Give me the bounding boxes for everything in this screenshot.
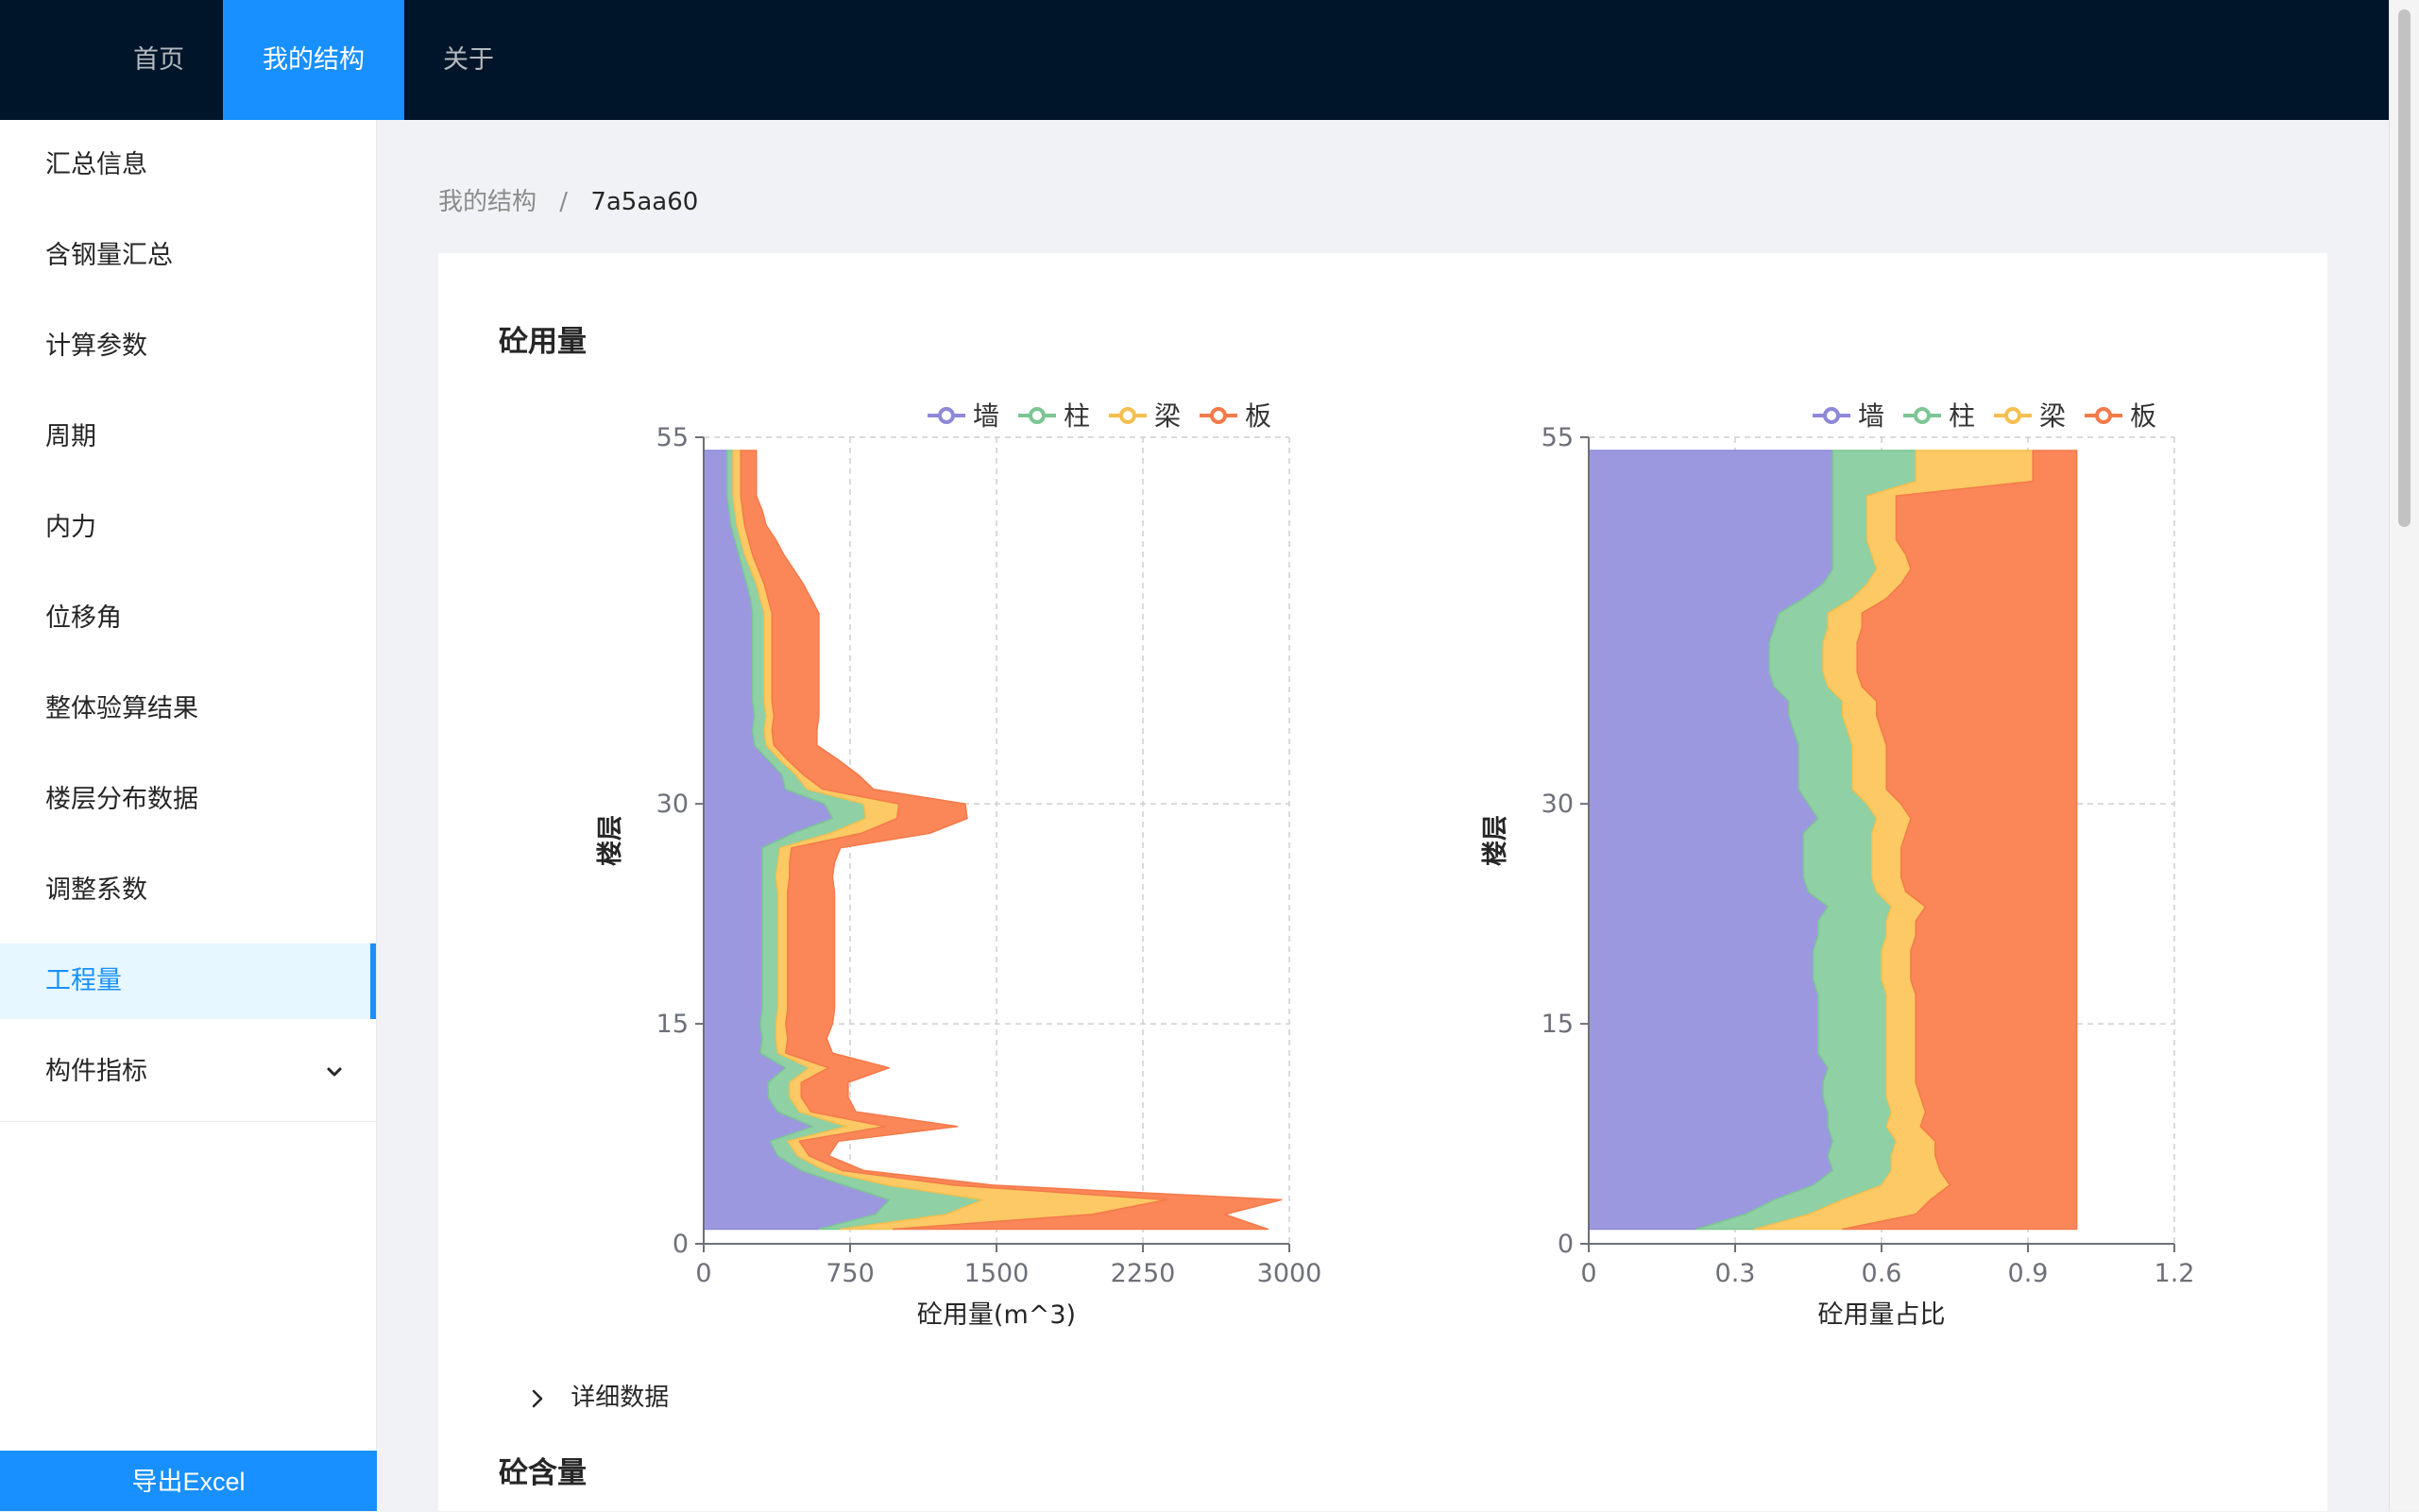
concrete-volume-chart-svg: 0 750 1500 2250 3000 0 15 30 55 砼用量(m^3) 楼层 墙 柱 梁 板: [596, 400, 1322, 1330]
y-axis-title: 楼层: [596, 815, 625, 866]
legend-item-column[interactable]: 柱: [1018, 400, 1090, 432]
series-areas: [1588, 450, 2078, 1231]
y-tick-label: 55: [1542, 423, 1574, 452]
x-tick-label: 1.2: [2155, 1259, 2195, 1288]
x-tick-label: 0: [1580, 1259, 1596, 1288]
legend-marker: [1914, 407, 1931, 424]
legend-item-slab[interactable]: 板: [2085, 400, 2156, 432]
x-tick-label: 3000: [1257, 1259, 1322, 1288]
legend-label: 柱: [1064, 400, 1090, 432]
x-tick-label: 750: [826, 1259, 875, 1288]
legend-label: 板: [1245, 400, 1271, 432]
details-label: 详细数据: [571, 1384, 670, 1412]
sidebar-item-drift[interactable]: 位移角: [0, 581, 376, 656]
sidebar: 汇总信息 含钢量汇总 计算参数 周期 内力 位移角 整体验算结果 楼层分布数据 …: [0, 120, 377, 1511]
y-tick-label: 15: [1542, 1010, 1574, 1039]
legend-item-beam[interactable]: 梁: [1994, 400, 2066, 432]
y-tick-label: 30: [656, 790, 689, 819]
legend-label: 墙: [1858, 400, 1884, 432]
sidebar-item-member-indicators[interactable]: 构件指标: [0, 1034, 376, 1110]
concrete-volume-chart: 0 750 1500 2250 3000 0 15 30 55 砼用量(m^3) 楼层 墙 柱 梁 板: [567, 382, 1417, 1336]
x-axis-title: 砼用量(m^3): [917, 1300, 1076, 1330]
legend: 墙柱梁板: [1813, 400, 2156, 432]
legend-marker: [1210, 407, 1227, 424]
legend-item-wall[interactable]: 墙: [1813, 400, 1884, 432]
legend-label: 板: [2130, 400, 2156, 432]
sidebar-item-steel-summary[interactable]: 含钢量汇总: [0, 218, 376, 294]
sidebar-item-quantities[interactable]: 工程量: [0, 943, 376, 1019]
legend-label: 墙: [973, 400, 999, 432]
section-title-concrete-content: 砼含量: [499, 1456, 587, 1490]
y-tick-label: 0: [673, 1230, 689, 1259]
sidebar-item-adjust-factors[interactable]: 调整系数: [0, 853, 376, 928]
series-areas: [703, 450, 1283, 1231]
sidebar-item-period[interactable]: 周期: [0, 399, 376, 475]
menu-divider: [0, 1121, 376, 1122]
concrete-ratio-chart-svg: 0 0.3 0.6 0.9 1.2 0 15 30 55 砼用量占比 楼层 墙 柱 梁 板: [1481, 400, 2195, 1330]
legend-item-wall[interactable]: 墙: [928, 400, 999, 432]
x-tick-label: 0.9: [2008, 1259, 2049, 1288]
legend-label: 梁: [1154, 400, 1181, 432]
x-tick-label: 0.6: [1862, 1259, 1902, 1288]
x-axis-title: 砼用量占比: [1818, 1300, 1946, 1330]
legend-label: 柱: [1949, 400, 1975, 432]
nav-about[interactable]: 关于: [429, 0, 508, 120]
legend-marker: [1823, 407, 1840, 424]
y-tick-label: 30: [1542, 790, 1574, 819]
y-tick-label: 0: [1558, 1230, 1574, 1259]
legend-marker: [2095, 407, 2112, 424]
y-tick-label: 55: [656, 423, 689, 452]
chevron-down-icon: [327, 1067, 342, 1077]
sidebar-item-label: 构件指标: [45, 1057, 147, 1086]
nav-home[interactable]: 首页: [119, 0, 198, 120]
y-tick-label: 15: [656, 1010, 689, 1039]
scrollbar-thumb[interactable]: [2398, 9, 2410, 527]
series-area-wall[interactable]: [1588, 450, 1834, 1231]
x-tick-label: 1500: [964, 1259, 1030, 1288]
legend-marker: [1029, 407, 1046, 424]
legend: 墙柱梁板: [928, 400, 1271, 432]
breadcrumb-separator: /: [559, 188, 569, 216]
sidebar-item-overall-check[interactable]: 整体验算结果: [0, 671, 376, 747]
legend-label: 梁: [2039, 400, 2066, 432]
nav-my-structure[interactable]: 我的结构: [223, 0, 404, 120]
details-expand-toggle[interactable]: 详细数据: [529, 1379, 669, 1417]
breadcrumb-current: 7a5aa60: [590, 188, 699, 216]
legend-item-slab[interactable]: 板: [1200, 400, 1271, 432]
x-tick-label: 0.3: [1715, 1259, 1756, 1288]
top-nav: 首页 我的结构 关于: [0, 0, 2390, 120]
breadcrumb: 我的结构 / 7a5aa60: [438, 183, 698, 221]
x-tick-label: 0: [695, 1259, 711, 1288]
export-excel-button[interactable]: 导出Excel: [0, 1451, 377, 1511]
chevron-right-icon: [532, 1389, 543, 1407]
x-tick-label: 2250: [1111, 1259, 1176, 1288]
y-axis-title: 楼层: [1481, 815, 1510, 866]
sidebar-item-summary[interactable]: 汇总信息: [0, 127, 376, 203]
legend-marker: [1119, 407, 1136, 424]
legend-marker: [2004, 407, 2021, 424]
page-scrollbar[interactable]: [2389, 0, 2419, 1511]
concrete-ratio-chart: 0 0.3 0.6 0.9 1.2 0 15 30 55 砼用量占比 楼层 墙 柱 梁 板: [1452, 382, 2302, 1336]
sidebar-item-calc-params[interactable]: 计算参数: [0, 309, 376, 384]
breadcrumb-root[interactable]: 我的结构: [438, 188, 537, 216]
legend-item-beam[interactable]: 梁: [1109, 400, 1181, 432]
legend-marker: [938, 407, 955, 424]
sidebar-item-internal-force[interactable]: 内力: [0, 490, 376, 566]
sidebar-item-floor-distribution[interactable]: 楼层分布数据: [0, 762, 376, 838]
section-title-concrete-volume: 砼用量: [499, 325, 587, 359]
legend-item-column[interactable]: 柱: [1903, 400, 1975, 432]
